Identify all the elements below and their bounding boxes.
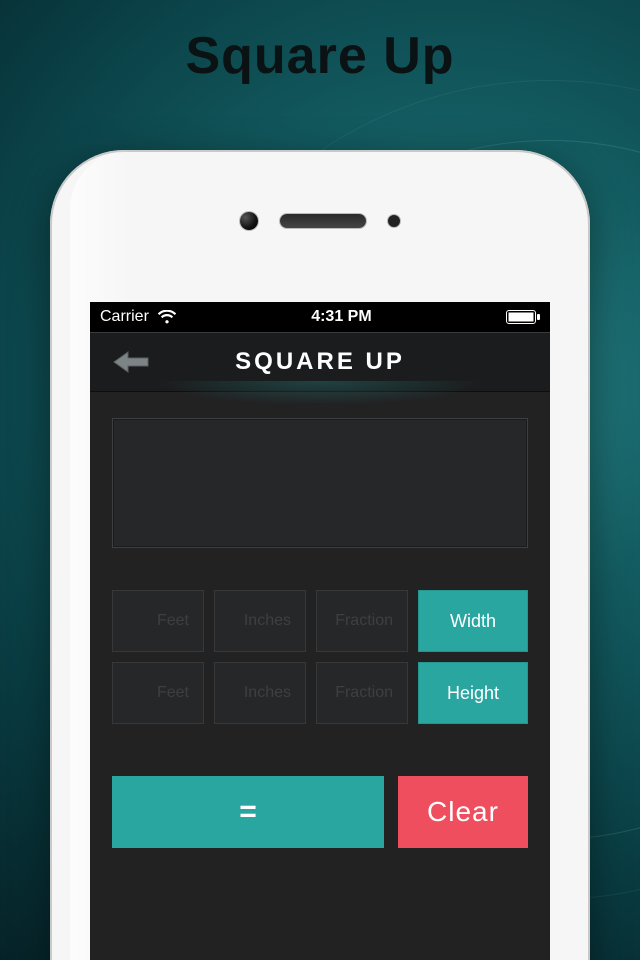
- width-button-label: Width: [450, 611, 496, 632]
- measurement-grid: Feet Inches Fraction Width Feet Inches F…: [112, 590, 528, 724]
- placeholder-label: Inches: [244, 612, 291, 630]
- width-inches-input[interactable]: Inches: [214, 590, 306, 652]
- speaker-icon: [280, 214, 366, 228]
- clear-label: Clear: [427, 796, 499, 828]
- height-button-label: Height: [447, 683, 499, 704]
- back-button[interactable]: [108, 348, 152, 376]
- height-row: Feet Inches Fraction Height: [112, 662, 528, 724]
- nav-title: SQUARE UP: [235, 348, 405, 376]
- camera-icon: [240, 212, 258, 230]
- equals-button[interactable]: =: [112, 776, 384, 848]
- width-fraction-input[interactable]: Fraction: [316, 590, 408, 652]
- width-feet-input[interactable]: Feet: [112, 590, 204, 652]
- placeholder-label: Fraction: [335, 612, 393, 630]
- app-root: SQUARE UP Feet Inches Fraction Width Fee…: [90, 332, 550, 960]
- equals-label: =: [239, 795, 257, 829]
- status-carrier: Carrier: [100, 308, 149, 326]
- wifi-icon: [157, 310, 177, 324]
- height-inches-input[interactable]: Inches: [214, 662, 306, 724]
- result-display: [112, 418, 528, 548]
- action-row: = Clear: [112, 776, 528, 848]
- clear-button[interactable]: Clear: [398, 776, 528, 848]
- phone-earpiece: [240, 212, 400, 230]
- height-fraction-input[interactable]: Fraction: [316, 662, 408, 724]
- promo-background: Square Up Carrier 4:31 PM: [0, 0, 640, 960]
- height-button[interactable]: Height: [418, 662, 528, 724]
- width-row: Feet Inches Fraction Width: [112, 590, 528, 652]
- phone-screen: Carrier 4:31 PM: [90, 302, 550, 960]
- placeholder-label: Fraction: [335, 684, 393, 702]
- battery-icon: [506, 310, 540, 324]
- app-content: Feet Inches Fraction Width Feet Inches F…: [90, 392, 550, 848]
- width-button[interactable]: Width: [418, 590, 528, 652]
- nav-bar: SQUARE UP: [90, 332, 550, 392]
- phone-frame: Carrier 4:31 PM: [50, 150, 590, 960]
- placeholder-label: Inches: [244, 684, 291, 702]
- status-time: 4:31 PM: [311, 308, 371, 326]
- placeholder-label: Feet: [157, 684, 189, 702]
- status-bar: Carrier 4:31 PM: [90, 302, 550, 332]
- height-feet-input[interactable]: Feet: [112, 662, 204, 724]
- promo-title: Square Up: [0, 26, 640, 86]
- sensor-icon: [388, 215, 400, 227]
- placeholder-label: Feet: [157, 612, 189, 630]
